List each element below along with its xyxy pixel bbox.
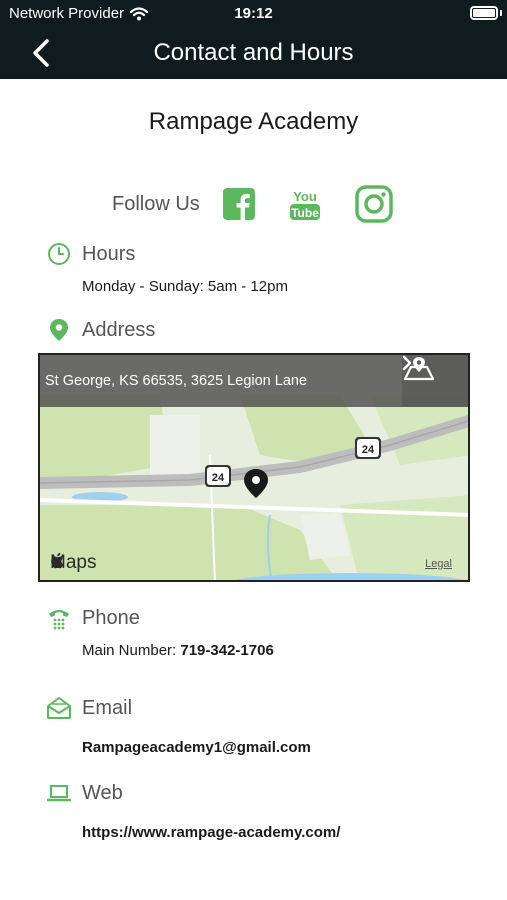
svg-text:You: You [293, 189, 317, 204]
svg-text:24: 24 [362, 444, 375, 456]
clock-icon [48, 243, 70, 265]
phone-row: Main Number: 719-342-1706 [82, 642, 274, 659]
instagram-icon [355, 185, 393, 223]
battery-icon [470, 6, 498, 20]
chevron-right-icon [402, 355, 412, 371]
follow-us-label: Follow Us [112, 192, 200, 215]
email-link[interactable]: Rampageacademy1@gmail.com [82, 739, 311, 756]
phone-icon [49, 610, 69, 630]
apple-logo-icon [51, 552, 64, 569]
phone-header: Phone [46, 605, 140, 631]
legal-link[interactable]: Legal [425, 558, 452, 570]
clock: 19:12 [234, 5, 273, 22]
place-name: Rampage Academy [148, 108, 359, 135]
svg-text:24: 24 [212, 472, 225, 484]
follow-us-row: Follow Us You Tube [112, 184, 394, 224]
email-label: Email [82, 696, 133, 719]
web-header: Web [46, 780, 123, 806]
svg-text:Tube: Tube [291, 206, 319, 220]
status-bar: Network Provider 19:12 [0, 0, 507, 28]
address-text: St George, KS 66535, 3625 Legion Lane [45, 373, 308, 389]
hours-label: Hours [82, 242, 136, 265]
map-view[interactable]: 24 24 St George, KS 66535, 3625 Legion L… [38, 353, 470, 582]
facebook-icon [222, 188, 255, 220]
address-label: Address [82, 318, 156, 341]
route-shield-left: 24 [205, 465, 231, 487]
website-link[interactable]: https://www.rampage-academy.com/ [82, 824, 340, 841]
youtube-button[interactable]: You Tube [288, 184, 322, 224]
laptop-icon [47, 785, 71, 802]
route-shield-right: 24 [355, 437, 381, 459]
youtube-icon: You Tube [289, 189, 320, 220]
directions-button[interactable] [402, 355, 468, 407]
maps-logo: Maps [50, 552, 96, 574]
phone-label: Phone [82, 606, 140, 629]
facebook-button[interactable] [222, 187, 256, 221]
battery-tip [500, 10, 502, 16]
email-header: Email [46, 695, 132, 721]
envelope-icon [47, 697, 71, 719]
address-header: Address [46, 317, 155, 343]
page-title: Contact and Hours [153, 39, 354, 66]
hours-text: Monday - Sunday: 5am - 12pm [82, 278, 288, 295]
nav-bar: Contact and Hours [0, 28, 507, 79]
phone-prefix: Main Number: [82, 642, 181, 659]
instagram-button[interactable] [354, 184, 394, 224]
hours-header: Hours [46, 241, 135, 267]
phone-number-link[interactable]: 719-342-1706 [180, 642, 273, 659]
web-label: Web [82, 781, 123, 804]
location-pin-icon [50, 319, 68, 341]
